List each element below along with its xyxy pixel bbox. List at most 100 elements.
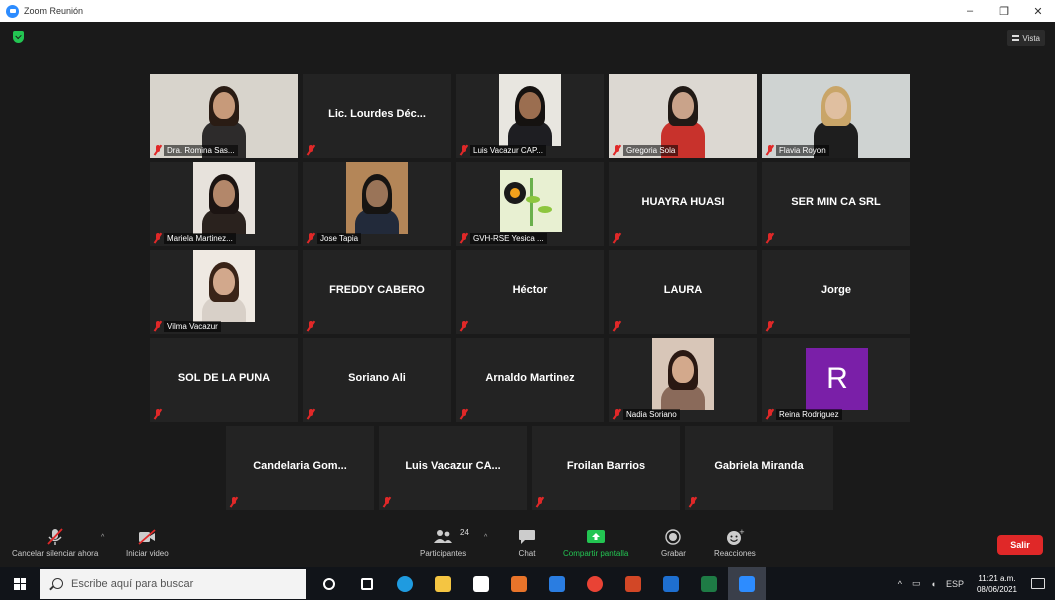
- audio-options-caret[interactable]: ^: [101, 534, 104, 541]
- close-button[interactable]: ✕: [1021, 0, 1055, 22]
- muted-mic-icon: [230, 497, 238, 507]
- participant-name: SER MIN CA SRL: [791, 196, 881, 208]
- grid-view-icon: [1012, 35, 1020, 41]
- taskbar-app-powerpoint[interactable]: [614, 567, 652, 600]
- taskbar-app-media-player[interactable]: [500, 567, 538, 600]
- edge-icon: [397, 575, 413, 592]
- participant-tile[interactable]: Luis Vacazur CAP...: [456, 74, 604, 158]
- zoom-icon: [739, 575, 755, 592]
- participant-tile[interactable]: Mariela Martinez...: [150, 162, 298, 246]
- muted-mic-icon: [613, 321, 621, 331]
- muted-mic-icon: [460, 145, 468, 155]
- participant-tile[interactable]: Dra. Romina Sas...: [150, 74, 298, 158]
- notifications-icon[interactable]: [1031, 578, 1045, 589]
- participant-tile[interactable]: Jose Tapia: [303, 162, 451, 246]
- participant-tile[interactable]: Soriano Ali: [303, 338, 451, 422]
- taskbar-app-excel[interactable]: [690, 567, 728, 600]
- start-video-button[interactable]: Iniciar video: [126, 528, 169, 558]
- reactions-icon: +: [726, 528, 745, 545]
- participant-tile[interactable]: Arnaldo Martinez: [456, 338, 604, 422]
- participant-name-label: Flavia Royon: [776, 145, 829, 156]
- search-icon: [52, 578, 63, 589]
- participant-name: Héctor: [512, 284, 548, 296]
- taskbar-app-zoom[interactable]: [728, 567, 766, 600]
- widgets-icon: [361, 577, 373, 590]
- muted-mic-icon: [154, 321, 162, 331]
- record-button[interactable]: Grabar: [661, 528, 686, 558]
- participant-tile[interactable]: Flavia Royon: [762, 74, 910, 158]
- participant-tile[interactable]: Gregoria Sola: [609, 74, 757, 158]
- taskbar-search[interactable]: Escribe aquí para buscar: [40, 568, 306, 599]
- muted-mic-icon: [460, 233, 468, 243]
- taskbar-app-task-view[interactable]: [310, 567, 348, 600]
- taskbar-app-widgets[interactable]: [348, 567, 386, 600]
- chat-button[interactable]: Chat: [516, 528, 538, 558]
- leave-meeting-button[interactable]: Salir: [997, 535, 1043, 555]
- muted-mic-icon: [47, 528, 63, 545]
- view-button[interactable]: Vista: [1007, 30, 1045, 46]
- windows-logo-icon: [14, 577, 26, 590]
- store-icon: [473, 575, 489, 592]
- unmute-button[interactable]: Cancelar silenciar ahora: [12, 528, 98, 558]
- minimize-button[interactable]: –: [953, 0, 987, 22]
- start-button[interactable]: [0, 567, 40, 600]
- participant-tile[interactable]: FREDDY CABERO: [303, 250, 451, 334]
- taskbar-app-chrome[interactable]: [576, 567, 614, 600]
- show-hidden-icons-icon[interactable]: ^: [898, 579, 902, 589]
- muted-mic-icon: [460, 321, 468, 331]
- participants-label: Participantes: [420, 549, 467, 558]
- participant-tile[interactable]: Vilma Vacazur: [150, 250, 298, 334]
- taskbar-app-edge[interactable]: [386, 567, 424, 600]
- participant-name-label: GVH-RSE Yesica ...: [470, 233, 547, 244]
- participant-tile[interactable]: Luis Vacazur CA...: [379, 426, 527, 510]
- participant-tile[interactable]: Candelaria Gom...: [226, 426, 374, 510]
- restore-button[interactable]: ❐: [987, 0, 1021, 22]
- participant-tile[interactable]: Héctor: [456, 250, 604, 334]
- participant-name: Jorge: [821, 284, 851, 296]
- participant-tile[interactable]: Gabriela Miranda: [685, 426, 833, 510]
- participant-tile[interactable]: Froilan Barrios: [532, 426, 680, 510]
- participant-tile[interactable]: Jorge: [762, 250, 910, 334]
- participant-name: Froilan Barrios: [566, 460, 646, 472]
- task-view-icon: [323, 577, 335, 590]
- powerpoint-icon: [625, 575, 641, 592]
- muted-mic-icon: [307, 409, 315, 419]
- taskbar-app-file-explorer[interactable]: [424, 567, 462, 600]
- share-screen-button[interactable]: Compartir pantalla: [563, 528, 628, 558]
- muted-mic-icon: [766, 321, 774, 331]
- participant-tile[interactable]: HUAYRA HUASI: [609, 162, 757, 246]
- muted-mic-icon: [307, 145, 315, 155]
- participant-tile[interactable]: SER MIN CA SRL: [762, 162, 910, 246]
- zoom-app-icon: [6, 4, 19, 18]
- reactions-button[interactable]: + Reacciones: [714, 528, 756, 558]
- participant-tile[interactable]: Lic. Lourdes Déc...: [303, 74, 451, 158]
- participant-name: Arnaldo Martinez: [485, 372, 575, 384]
- taskbar-app-outlook[interactable]: [652, 567, 690, 600]
- participant-tile[interactable]: SOL DE LA PUNA: [150, 338, 298, 422]
- file-explorer-icon: [435, 575, 451, 592]
- mail-icon: [549, 575, 565, 592]
- participant-tile[interactable]: GVH-RSE Yesica ...: [456, 162, 604, 246]
- security-shield-icon[interactable]: [13, 31, 24, 43]
- unmute-label: Cancelar silenciar ahora: [12, 549, 99, 558]
- participants-options-caret[interactable]: ^: [484, 534, 487, 541]
- chrome-icon: [587, 575, 603, 592]
- volume-icon[interactable]: ◖: [931, 579, 936, 589]
- participant-name: Soriano Ali: [348, 372, 406, 384]
- participant-tile[interactable]: R Reina Rodriguez: [762, 338, 910, 422]
- clock-time: 11:21 a.m.: [978, 573, 1016, 583]
- participant-tile[interactable]: LAURA: [609, 250, 757, 334]
- clock[interactable]: 11:21 a.m. 08/06/2021: [977, 573, 1017, 595]
- muted-mic-icon: [613, 145, 621, 155]
- taskbar-app-mail[interactable]: [538, 567, 576, 600]
- outlook-icon: [663, 575, 679, 592]
- taskbar-app-store[interactable]: [462, 567, 500, 600]
- language-indicator[interactable]: ESP: [946, 579, 964, 589]
- participant-name-label: Gregoria Sola: [623, 145, 679, 156]
- participant-name-label: Vilma Vacazur: [164, 321, 221, 332]
- participant-tile[interactable]: Nadia Soriano: [609, 338, 757, 422]
- network-icon[interactable]: ▭: [912, 578, 921, 589]
- participant-name: Gabriela Miranda: [714, 460, 804, 472]
- window-title: Zoom Reunión: [24, 6, 84, 16]
- participant-name-label: Luis Vacazur CAP...: [470, 145, 546, 156]
